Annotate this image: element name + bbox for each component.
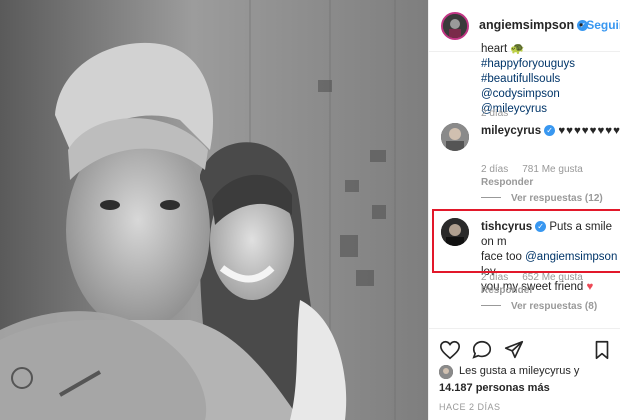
caption-line: heart 🐢 — [481, 43, 525, 55]
commenter-avatar[interactable] — [441, 218, 469, 246]
mention-link[interactable]: @angiemsimpson — [525, 251, 617, 263]
view-replies-button[interactable]: Ver respuestas (8) — [481, 301, 597, 312]
comment-likes[interactable]: 781 Me gusta — [522, 164, 583, 175]
author-avatar[interactable] — [441, 12, 469, 40]
share-icon[interactable] — [503, 339, 525, 361]
comment-time: 2 días — [481, 272, 509, 283]
view-replies-button[interactable]: Ver respuestas (12) — [481, 193, 603, 204]
likes-line-1: Les gusta a mileycyrus y — [459, 365, 580, 377]
liker-avatar — [439, 365, 453, 379]
comment-username[interactable]: tishcyrus — [481, 221, 532, 233]
verified-badge-icon: ✓ — [544, 125, 556, 136]
caption-timestamp: 2 días — [481, 108, 509, 119]
hashtag-link[interactable]: #happyforyouguys — [481, 57, 620, 72]
post-sidebar: angiemsimpson ✓ • Seguir heart 🐢 #happyfor… — [428, 0, 620, 420]
header-separator: • — [579, 18, 584, 32]
follow-button[interactable]: • Seguir — [579, 18, 620, 32]
comment-meta: 2 días 781 Me gusta — [481, 164, 583, 175]
comment-icon[interactable] — [471, 339, 493, 361]
bookmark-icon[interactable] — [591, 339, 613, 361]
comment-time: 2 días — [481, 164, 509, 175]
post-photo[interactable] — [0, 0, 428, 420]
turtle-emoji: 🐢 — [510, 43, 525, 55]
reply-button[interactable]: Responder — [481, 285, 533, 296]
comment: tishcyrus ✓ Puts a smile on m face too @an… — [481, 220, 620, 295]
author-username[interactable]: angiemsimpson ✓ — [479, 18, 589, 32]
heart-icon[interactable] — [439, 339, 461, 361]
comment: mileycyrus ✓ ♥♥♥♥♥♥♥♥ — [481, 124, 620, 139]
commenter-avatar[interactable] — [441, 123, 469, 151]
reply-button[interactable]: Responder — [481, 177, 533, 188]
comment-username[interactable]: mileycyrus — [481, 125, 541, 137]
heart-emoji: ♥ — [586, 281, 594, 293]
comment-meta: 2 días 652 Me gusta — [481, 272, 583, 283]
likes-line-2[interactable]: 14.187 personas más — [439, 381, 550, 396]
post-time-ago: HACE 2 DÍAS — [439, 402, 501, 412]
post-caption: heart 🐢 #happyforyouguys #beautifullsoul… — [481, 42, 620, 117]
verified-badge-icon: ✓ — [535, 221, 547, 232]
comment-text: ♥♥♥♥♥♥♥♥ — [558, 125, 620, 137]
comment-likes[interactable]: 652 Me gusta — [522, 272, 583, 283]
hashtag-link[interactable]: #beautifullsouls @codysimpson — [481, 72, 620, 102]
photo-couple-illustration — [0, 0, 428, 420]
